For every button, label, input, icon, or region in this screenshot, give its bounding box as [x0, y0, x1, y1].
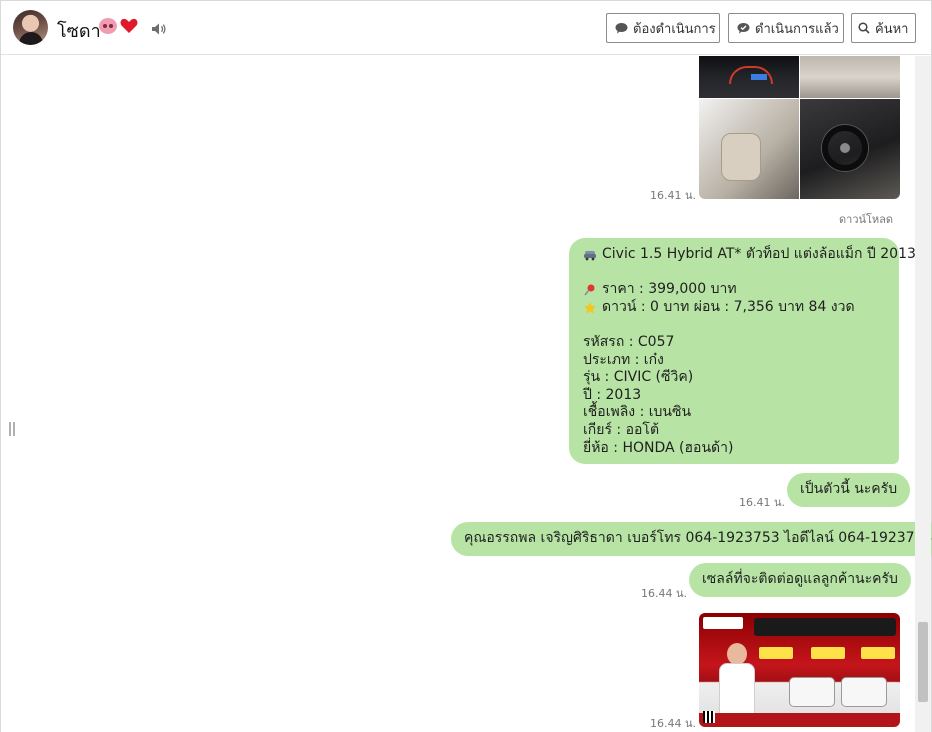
scrollbar-thumb[interactable] [918, 622, 928, 702]
message-timestamp: 16.44 น. [641, 587, 688, 600]
listing-price: ราคา : 399,000 บาท [602, 281, 737, 298]
promo-footer-strip [699, 713, 900, 727]
photo-grid-message[interactable] [699, 56, 900, 199]
car-listing-message[interactable]: Civic 1.5 Hybrid AT* ตัวท็อป แต่งล้อแม็ก… [569, 238, 916, 464]
photo-steering-wheel[interactable] [800, 99, 900, 199]
message-timestamp: 16.41 น. [739, 496, 786, 509]
promo-image-message[interactable] [699, 613, 900, 727]
heart-icon [120, 18, 138, 34]
pin-icon [584, 284, 595, 296]
qr-code [703, 711, 715, 723]
resize-handle[interactable] [9, 422, 15, 436]
reply-message[interactable]: เป็นตัวนี้ นะครับ [787, 473, 911, 507]
promo-badge [861, 647, 895, 659]
pig-face-icon [99, 18, 117, 34]
listing-model: รุ่น : CIVIC (ซีวิค) [583, 369, 694, 386]
dealer-logo [703, 617, 743, 629]
chat-scrollbar[interactable] [915, 56, 931, 732]
chat-window: โซดา ต้องดำเนินการ ดำเนินการแล้ว ค้นหา 1… [0, 0, 932, 732]
listing-gear: เกียร์ : ออโต้ [583, 421, 660, 438]
photo-dashboard[interactable] [699, 56, 799, 98]
done-button[interactable]: ดำเนินการแล้ว [728, 13, 844, 43]
avatar[interactable] [13, 10, 48, 45]
promo-badge [759, 647, 793, 659]
contact-emoji [99, 18, 138, 34]
photo-door-panel[interactable] [800, 56, 900, 98]
listing-year: ปี : 2013 [583, 386, 642, 403]
truck-photo [789, 677, 835, 707]
listing-brand: ยี่ห้อ : HONDA (ฮอนด้า) [583, 439, 734, 456]
star-icon [584, 301, 596, 314]
listing-title: Civic 1.5 Hybrid AT* ตัวท็อป แต่งล้อแม็ก… [602, 246, 916, 262]
chat-bubble-icon [615, 23, 628, 34]
promo-banner [754, 618, 896, 636]
contact-info-message[interactable]: คุณอรรถพล เจริญศิริธาดา เบอร์โทร 064-192… [451, 522, 932, 556]
listing-fuel: เชื้อเพลิง : เบนซิน [583, 404, 692, 421]
search-button-label: ค้นหา [875, 21, 909, 37]
download-link[interactable]: ดาวน์โหลด [839, 210, 893, 228]
listing-down-payment: ดาวน์ : 0 บาท ผ่อน : 7,356 บาท 84 งวด [602, 298, 855, 315]
truck-photo [841, 677, 887, 707]
promo-badge [811, 647, 845, 659]
search-button[interactable]: ค้นหา [851, 13, 916, 43]
reply-text: เป็นตัวนี้ นะครับ [800, 481, 898, 498]
message-timestamp: 16.44 น. [650, 717, 697, 730]
message-timestamp: 16.41 น. [650, 189, 697, 202]
speaker-icon[interactable] [151, 21, 167, 35]
car-icon [584, 250, 596, 261]
done-button-label: ดำเนินการแล้ว [755, 21, 839, 37]
contact-name: โซดา [57, 21, 101, 42]
listing-type: ประเภท : เก๋ง [583, 351, 664, 368]
todo-button-label: ต้องดำเนินการ [633, 21, 716, 37]
search-icon [858, 22, 870, 34]
photo-interior-seat[interactable] [699, 99, 799, 199]
contact-info-text: คุณอรรถพล เจริญศิริธาดา เบอร์โทร 064-192… [464, 530, 932, 547]
listing-code: รหัสรถ : C057 [583, 333, 675, 350]
check-bubble-icon [737, 23, 750, 34]
todo-button[interactable]: ต้องดำเนินการ [606, 13, 720, 43]
chat-header: โซดา ต้องดำเนินการ ดำเนินการแล้ว ค้นหา [1, 1, 931, 55]
reply-message[interactable]: เซลล์ที่จะติดต่อดูแลลูกค้านะครับ [689, 563, 911, 597]
reply-text: เซลล์ที่จะติดต่อดูแลลูกค้านะครับ [702, 571, 898, 588]
